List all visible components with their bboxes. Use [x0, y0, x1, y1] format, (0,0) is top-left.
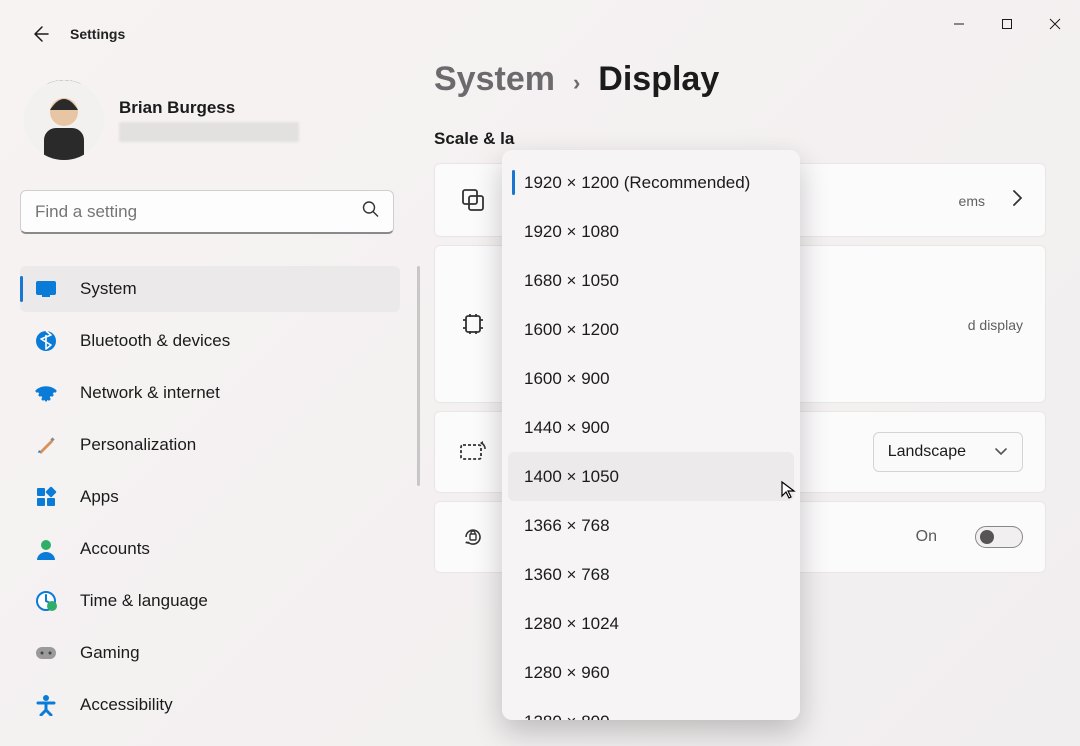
apps-icon: [34, 486, 58, 508]
app-title: Settings: [70, 26, 125, 42]
sidebar-item-label: Accounts: [80, 539, 150, 559]
resolution-option[interactable]: 1920 × 1080: [508, 207, 794, 256]
breadcrumb-current: Display: [598, 60, 719, 99]
resolution-dropdown[interactable]: 1920 × 1200 (Recommended) 1920 × 1080 16…: [502, 150, 800, 720]
nav-list: System Bluetooth & devices Network & int…: [20, 266, 400, 728]
user-block[interactable]: Brian Burgess: [20, 80, 420, 160]
resolution-option[interactable]: 1280 × 960: [508, 648, 794, 697]
sidebar-item-label: System: [80, 279, 137, 299]
chevron-right-icon: [1011, 189, 1023, 212]
breadcrumb-parent[interactable]: System: [434, 60, 555, 99]
resolution-option[interactable]: 1280 × 800: [508, 697, 794, 720]
breadcrumb: System › Display: [434, 60, 1046, 99]
main-content: System › Display Scale & la ems d displa…: [420, 80, 1080, 720]
resolution-option[interactable]: 1680 × 1050: [508, 256, 794, 305]
search-icon: [362, 201, 380, 224]
minimize-button[interactable]: [936, 8, 982, 40]
sidebar-item-label: Network & internet: [80, 383, 220, 403]
toggle-state-label: On: [916, 528, 937, 546]
back-button[interactable]: [20, 14, 60, 54]
section-heading: Scale & la: [434, 129, 1046, 149]
sidebar-item-personalization[interactable]: Personalization: [20, 422, 400, 468]
maximize-icon: [1001, 18, 1013, 30]
sidebar-item-label: Apps: [80, 487, 119, 507]
sidebar-item-label: Bluetooth & devices: [80, 331, 230, 351]
sidebar-item-label: Time & language: [80, 591, 208, 611]
close-icon: [1049, 18, 1061, 30]
gaming-icon: [34, 644, 58, 662]
resolution-option[interactable]: 1920 × 1200 (Recommended): [508, 158, 794, 207]
sidebar-item-accounts[interactable]: Accounts: [20, 526, 400, 572]
sidebar-item-apps[interactable]: Apps: [20, 474, 400, 520]
sidebar-item-label: Accessibility: [80, 695, 173, 715]
time-language-icon: [34, 590, 58, 612]
maximize-button[interactable]: [984, 8, 1030, 40]
chevron-down-icon: [994, 447, 1008, 457]
sidebar-item-network[interactable]: Network & internet: [20, 370, 400, 416]
user-name: Brian Burgess: [119, 98, 299, 118]
resolution-option[interactable]: 1600 × 1200: [508, 305, 794, 354]
orientation-icon: [457, 441, 489, 463]
resolution-option[interactable]: 1366 × 768: [508, 501, 794, 550]
resolution-option[interactable]: 1280 × 1024: [508, 599, 794, 648]
sidebar-item-bluetooth[interactable]: Bluetooth & devices: [20, 318, 400, 364]
minimize-icon: [953, 18, 965, 30]
back-arrow-icon: [30, 24, 50, 44]
resolution-option[interactable]: 1600 × 900: [508, 354, 794, 403]
sidebar-item-system[interactable]: System: [20, 266, 400, 312]
wifi-icon: [34, 383, 58, 403]
personalization-icon: [34, 434, 58, 456]
orientation-select[interactable]: Landscape: [873, 432, 1023, 472]
chevron-right-icon: ›: [573, 70, 580, 96]
close-button[interactable]: [1032, 8, 1078, 40]
sidebar-item-label: Gaming: [80, 643, 140, 663]
sidebar-item-label: Personalization: [80, 435, 196, 455]
resolution-icon: [457, 311, 489, 337]
avatar: [24, 80, 104, 160]
accounts-icon: [34, 538, 58, 560]
orientation-value: Landscape: [888, 443, 966, 461]
search-input[interactable]: [20, 190, 394, 234]
resolution-option[interactable]: 1400 × 1050: [508, 452, 794, 501]
accessibility-icon: [34, 694, 58, 716]
sidebar: Brian Burgess System Bluetooth & devices: [20, 80, 420, 720]
bluetooth-icon: [34, 330, 58, 352]
resolution-option[interactable]: 1360 × 768: [508, 550, 794, 599]
sidebar-item-accessibility[interactable]: Accessibility: [20, 682, 400, 728]
resolution-option[interactable]: 1440 × 900: [508, 403, 794, 452]
system-icon: [34, 280, 58, 298]
scale-icon: [457, 187, 489, 213]
sidebar-item-gaming[interactable]: Gaming: [20, 630, 400, 676]
rotation-lock-toggle[interactable]: [975, 526, 1023, 548]
rotation-lock-icon: [457, 524, 489, 550]
user-email-redacted: [119, 122, 299, 142]
sidebar-item-time-language[interactable]: Time & language: [20, 578, 400, 624]
